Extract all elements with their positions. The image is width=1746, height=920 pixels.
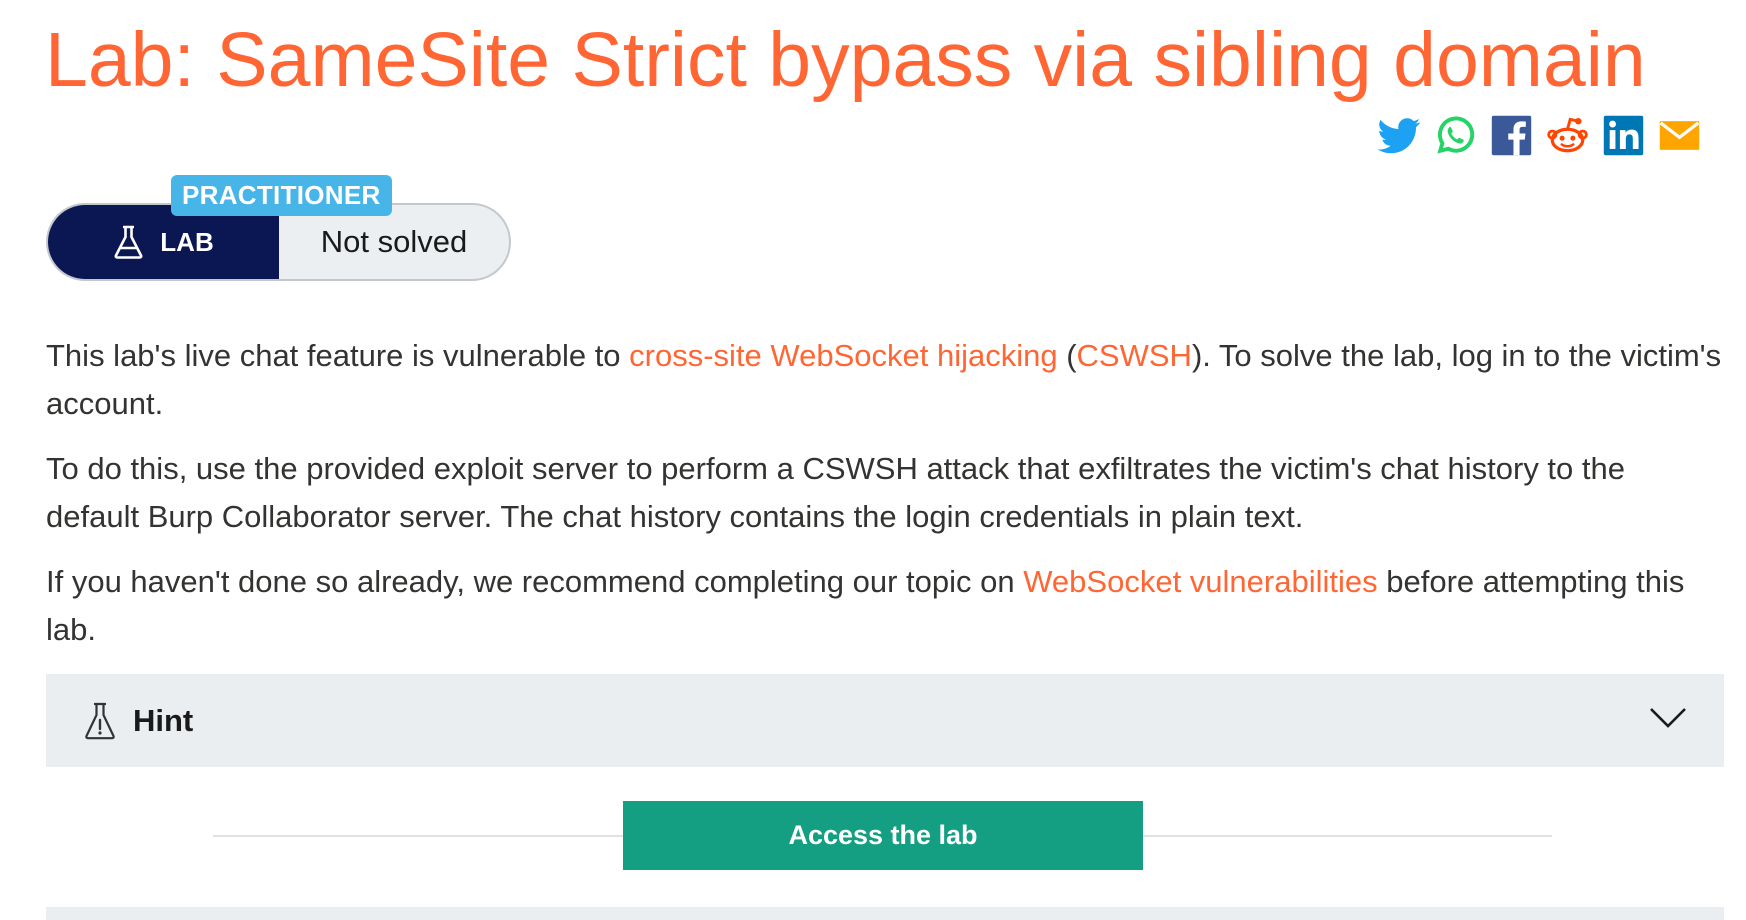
flask-icon (114, 225, 143, 259)
twitter-icon (1378, 118, 1421, 154)
description-paragraph: This lab's live chat feature is vulnerab… (46, 332, 1726, 428)
description-text: ( (1057, 338, 1077, 373)
description-text: If you haven't done so already, we recom… (46, 564, 1024, 599)
facebook-share-button[interactable] (1490, 114, 1533, 157)
facebook-icon (1491, 115, 1532, 156)
reddit-share-button[interactable] (1546, 114, 1589, 157)
linkedin-icon (1603, 115, 1644, 156)
lab-status: Not solved (320, 224, 468, 259)
lab-page: Lab: SameSite Strict bypass via sibling … (0, 0, 1746, 920)
next-section-strip (46, 907, 1724, 920)
email-share-button[interactable] (1658, 114, 1701, 157)
access-lab-row: Access the lab (213, 801, 1552, 871)
hint-toggle[interactable]: Hint (46, 674, 1724, 767)
whatsapp-share-button[interactable] (1434, 114, 1477, 157)
page-title: Lab: SameSite Strict bypass via sibling … (45, 17, 1646, 103)
chevron-down-icon (1650, 708, 1686, 728)
share-bar (1378, 114, 1701, 157)
lab-description: This lab's live chat feature is vulnerab… (46, 332, 1726, 671)
lab-badge: PRACTITIONER LAB Not solved (46, 175, 511, 282)
lab-type-label: LAB (48, 205, 279, 279)
level-tag: PRACTITIONER (171, 175, 392, 216)
access-lab-button[interactable]: Access the lab (623, 801, 1143, 870)
linkedin-share-button[interactable] (1602, 114, 1645, 157)
cswsh-abbrev-link[interactable]: CSWSH (1077, 338, 1192, 373)
cswsh-topic-link[interactable]: cross-site WebSocket hijacking (629, 338, 1057, 373)
reddit-icon (1547, 117, 1588, 153)
lab-type-text: LAB (160, 226, 214, 257)
twitter-share-button[interactable] (1378, 114, 1421, 157)
description-text: This lab's live chat feature is vulnerab… (46, 338, 630, 373)
hint-label: Hint (133, 702, 194, 738)
hint-flask-icon (85, 702, 115, 739)
email-icon (1659, 121, 1700, 150)
websocket-vulnerabilities-link[interactable]: WebSocket vulnerabilities (1023, 564, 1377, 599)
description-paragraph: To do this, use the provided exploit ser… (46, 451, 1625, 534)
whatsapp-icon (1437, 116, 1475, 154)
description-paragraph: If you haven't done so already, we recom… (46, 558, 1726, 654)
